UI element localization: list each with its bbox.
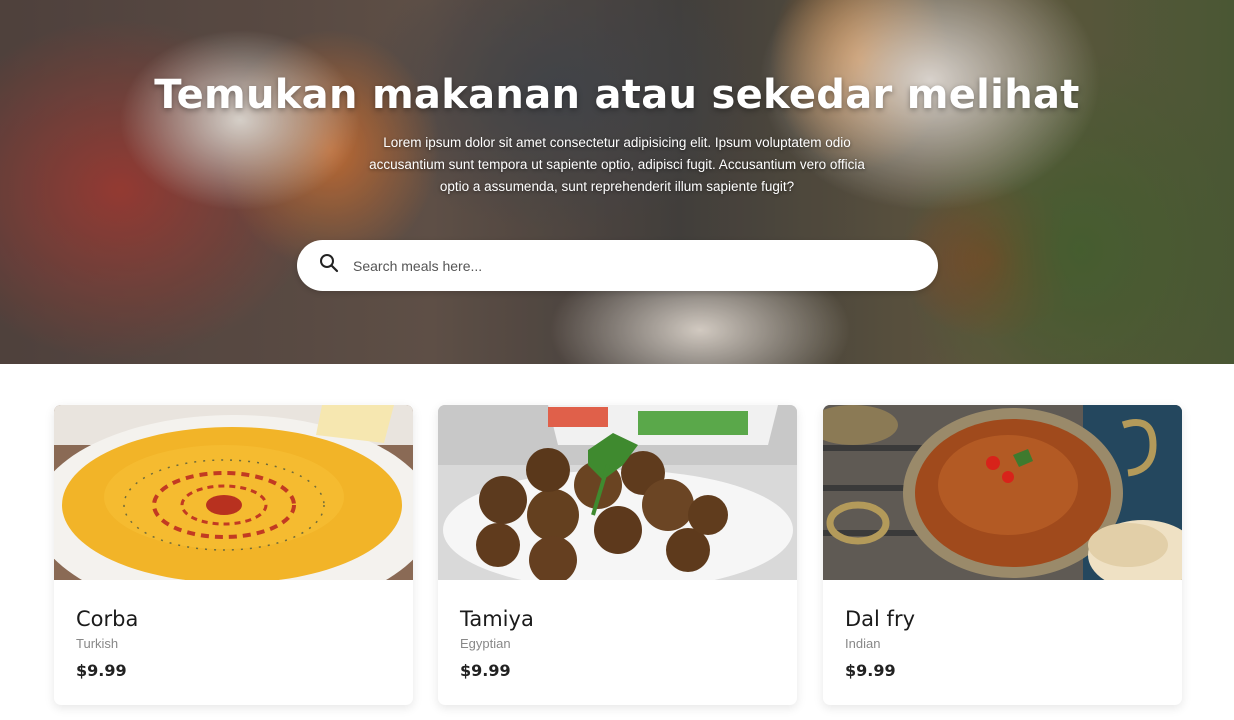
hero-description: Lorem ipsum dolor sit amet consectetur a… (369, 135, 865, 194)
search-input[interactable] (353, 257, 893, 274)
meal-cuisine: Turkish (76, 636, 119, 651)
meal-title[interactable]: Tamiya (460, 607, 534, 631)
meal-cuisine: Indian (845, 636, 881, 651)
meal-price: $9.99 (76, 661, 127, 680)
meal-card-corba[interactable]: Corba Turkish $9.99 (54, 405, 413, 705)
meal-image-dal-fry[interactable] (823, 405, 1182, 580)
meal-title[interactable]: Corba (76, 607, 138, 631)
meal-grid: Corba Turkish $9.99 Tamiya Egyptian $9.9… (0, 405, 1234, 720)
hero-banner: Temukan makanan atau sekedar melihat Lor… (0, 0, 1234, 364)
meal-card-dal-fry[interactable]: Dal fry Indian $9.99 (823, 405, 1182, 705)
meal-price: $9.99 (460, 661, 511, 680)
meal-card-tamiya[interactable]: Tamiya Egyptian $9.99 (438, 405, 797, 705)
meal-title[interactable]: Dal fry (845, 607, 915, 631)
meal-image-corba[interactable] (54, 405, 413, 580)
search-bar[interactable] (297, 240, 938, 291)
meal-price: $9.99 (845, 661, 896, 680)
meal-cuisine: Egyptian (460, 636, 511, 651)
search-icon[interactable] (319, 253, 339, 278)
meal-image-tamiya[interactable] (438, 405, 797, 580)
hero-title: Temukan makanan atau sekedar melihat (154, 72, 1080, 118)
